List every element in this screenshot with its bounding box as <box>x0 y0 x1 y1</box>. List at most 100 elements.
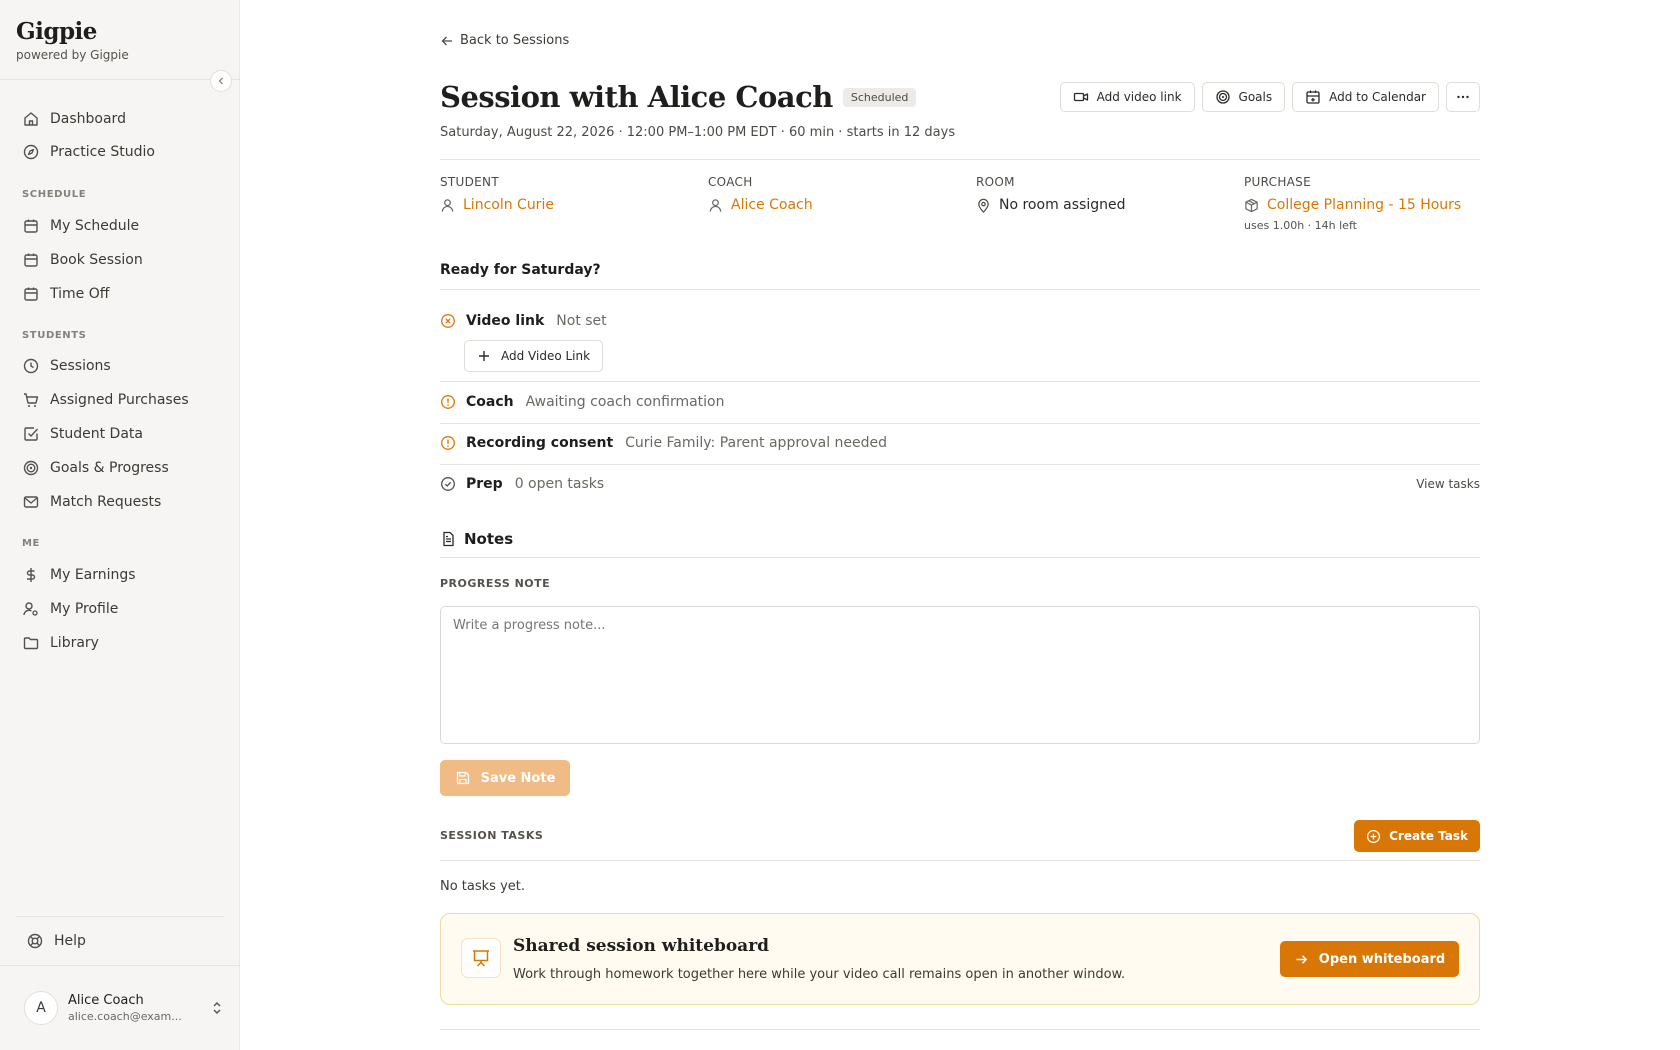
sidebar-item-assigned-purchases[interactable]: Assigned Purchases <box>16 385 226 415</box>
room-value: No room assigned <box>999 197 1126 213</box>
sidebar-item-label: Practice Studio <box>50 144 155 160</box>
plus-icon <box>479 351 489 361</box>
sidebar-item-student-data[interactable]: Student Data <box>16 419 226 449</box>
sidebar-item-practice-studio[interactable]: Practice Studio <box>16 137 226 167</box>
calendar-icon <box>24 287 38 301</box>
button-label: Add video link <box>1096 90 1182 104</box>
meta-value: College Planning - 15 Hours <box>1244 197 1480 213</box>
button-label: Open whiteboard <box>1318 951 1446 967</box>
sidebar-item-book-session[interactable]: Book Session <box>16 245 226 275</box>
user-cog-icon <box>23 602 38 616</box>
arrow-left-icon <box>441 36 452 45</box>
brand-tagline: powered by Gigpie <box>16 48 129 62</box>
divider <box>440 860 1480 861</box>
button-label: Goals <box>1238 90 1273 104</box>
cart-icon <box>24 393 39 407</box>
divider <box>440 289 1480 290</box>
calendar-icon <box>24 219 38 233</box>
meta-room: ROOM No room assigned <box>976 175 1236 213</box>
chevron-left-icon <box>218 77 223 85</box>
target-icon <box>23 460 39 476</box>
purchase-link[interactable]: College Planning - 15 Hours <box>1267 197 1461 213</box>
lifebuoy-icon <box>27 933 43 949</box>
sidebar-item-label: Library <box>50 635 99 651</box>
sidebar-item-goals-progress[interactable]: Goals & Progress <box>16 453 226 483</box>
progress-note-textarea[interactable] <box>440 606 1480 744</box>
view-tasks-link[interactable]: View tasks <box>1416 477 1480 491</box>
plus-circle-icon <box>1367 829 1381 843</box>
readiness-heading: Ready for Saturday? <box>440 262 601 278</box>
sidebar-item-label: My Earnings <box>50 567 136 583</box>
sidebar-item-sessions[interactable]: Sessions <box>16 351 226 381</box>
check-value: Not set <box>556 313 607 329</box>
compass-icon <box>23 144 39 160</box>
video-icon <box>1073 92 1088 102</box>
add-video-link-button[interactable]: Add video link <box>1059 82 1195 112</box>
check-value: Awaiting coach confirmation <box>525 394 725 410</box>
add-video-link-inline-button[interactable]: Add Video Link <box>464 340 604 372</box>
user-icon <box>709 198 722 212</box>
chevrons-up-down-icon <box>213 1002 221 1014</box>
button-label: Add to Calendar <box>1329 90 1426 104</box>
sidebar-item-my-profile[interactable]: My Profile <box>16 594 226 624</box>
whiteboard-icon-box <box>461 938 501 978</box>
nav-section-schedule: SCHEDULE <box>22 189 87 200</box>
notes-heading: Notes <box>440 530 513 548</box>
open-whiteboard-button[interactable]: Open whiteboard <box>1280 941 1459 977</box>
readiness-coach-row: Coach Awaiting coach confirmation <box>440 394 1480 410</box>
student-link[interactable]: Lincoln Curie <box>463 197 554 213</box>
sidebar-item-dashboard[interactable]: Dashboard <box>16 104 226 134</box>
more-horizontal-icon <box>1457 95 1469 99</box>
more-actions-button[interactable] <box>1446 82 1480 112</box>
sidebar-item-time-off[interactable]: Time Off <box>16 279 226 309</box>
meta-label: PURCHASE <box>1244 175 1311 189</box>
sidebar-item-my-schedule[interactable]: My Schedule <box>16 211 226 241</box>
sidebar-item-help[interactable]: Help <box>20 926 230 956</box>
divider <box>0 79 240 80</box>
sidebar-item-library[interactable]: Library <box>16 628 226 658</box>
file-text-icon <box>443 531 454 547</box>
status-badge: Scheduled <box>842 87 917 107</box>
check-circle-icon <box>441 477 455 491</box>
sidebar: Gigpie powered by Gigpie Dashboard Pract… <box>0 0 240 1050</box>
collapse-sidebar-button[interactable] <box>210 70 232 92</box>
user-meta: Alice Coach alice.coach@exam... <box>68 993 182 1023</box>
back-to-sessions-link[interactable]: Back to Sessions <box>440 33 569 48</box>
user-menu[interactable]: A Alice Coach alice.coach@exam... <box>24 988 224 1028</box>
help-label: Help <box>54 933 86 949</box>
coach-link[interactable]: Alice Coach <box>731 197 813 213</box>
divider <box>0 965 240 966</box>
presentation-icon <box>473 950 489 967</box>
sidebar-item-label: My Profile <box>50 601 119 617</box>
sidebar-item-my-earnings[interactable]: My Earnings <box>16 560 226 590</box>
sidebar-item-match-requests[interactable]: Match Requests <box>16 487 226 517</box>
readiness-consent-row: Recording consent Curie Family: Parent a… <box>440 435 1480 451</box>
map-pin-icon <box>978 198 989 213</box>
divider <box>440 464 1480 465</box>
check-value: 0 open tasks <box>514 476 605 492</box>
session-tasks-label: SESSION TASKS <box>440 829 544 842</box>
page-title: Session with Alice Coach <box>440 80 833 114</box>
folder-icon <box>23 637 39 650</box>
readiness-video-row: Video link Not set <box>440 313 1480 329</box>
check-value: Curie Family: Parent approval needed <box>625 435 888 451</box>
arrow-right-icon <box>1296 954 1307 964</box>
clock-icon <box>23 358 39 374</box>
meta-purchase: PURCHASE College Planning - 15 Hours use… <box>1244 175 1480 232</box>
brand-name: Gigpie <box>16 18 97 45</box>
save-note-button[interactable]: Save Note <box>440 760 570 796</box>
divider <box>16 916 224 917</box>
home-icon <box>24 112 38 126</box>
create-task-button[interactable]: Create Task <box>1354 820 1480 852</box>
calendar-plus-icon <box>1306 90 1320 104</box>
add-to-calendar-button[interactable]: Add to Calendar <box>1292 82 1439 112</box>
brand: Gigpie powered by Gigpie <box>16 18 129 62</box>
goals-button[interactable]: Goals <box>1201 82 1286 112</box>
whiteboard-card: Shared session whiteboard Work through h… <box>440 913 1480 1005</box>
divider <box>440 1029 1480 1030</box>
meta-label: STUDENT <box>440 175 499 189</box>
sidebar-item-label: Student Data <box>50 426 143 442</box>
divider <box>440 381 1480 382</box>
user-email: alice.coach@exam... <box>68 1010 182 1023</box>
user-name: Alice Coach <box>68 993 144 1008</box>
